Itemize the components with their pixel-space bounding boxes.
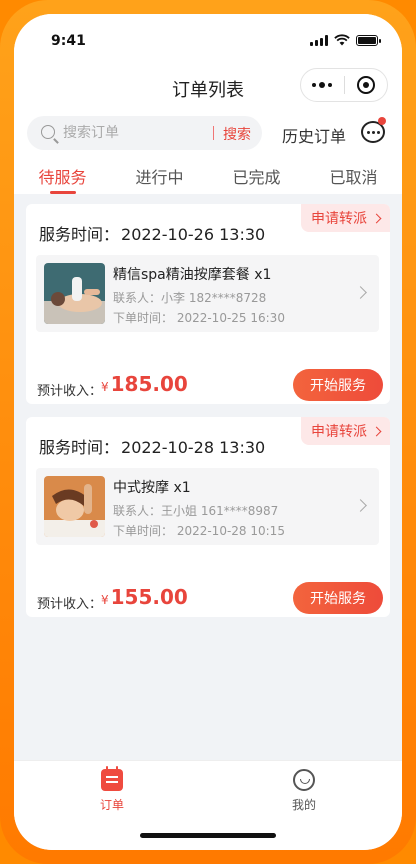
bottom-tab-bar: 订单 我的 <box>14 760 402 850</box>
battery-icon <box>356 34 381 46</box>
smile-face-icon <box>293 769 315 791</box>
order-card: 申请转派 服务时间： 2022-10-28 13:30 中式按摩 x1 联系人：王… <box>26 417 390 617</box>
currency-symbol: ¥ <box>101 380 109 394</box>
start-service-button[interactable]: 开始服务 <box>293 582 383 614</box>
tab-label: 进行中 <box>135 168 184 187</box>
status-icons <box>310 34 381 46</box>
reassign-label: 申请转派 <box>311 211 367 227</box>
tab-cancelled[interactable]: 已取消 <box>305 154 402 194</box>
tab-label: 已取消 <box>329 168 378 187</box>
income-amount: ¥185.00 <box>101 372 188 396</box>
service-time-label: 服务时间： <box>39 225 120 244</box>
cellular-signal-icon <box>310 34 328 46</box>
order-item[interactable]: 精信spa精油按摩套餐 x1 联系人：小李 182****8728 下单时间： … <box>36 255 379 332</box>
tabbar-orders[interactable]: 订单 <box>72 766 152 813</box>
request-reassign-button[interactable]: 申请转派 <box>301 417 390 445</box>
chevron-right-icon <box>371 213 382 223</box>
income-label: 预计收入： <box>37 597 103 612</box>
request-reassign-button[interactable]: 申请转派 <box>301 204 390 232</box>
order-card: 申请转派 服务时间： 2022-10-26 13:30 精信spa精油按摩套餐 x… <box>26 204 390 404</box>
more-dots-icon <box>312 82 333 88</box>
tab-completed[interactable]: 已完成 <box>208 154 305 194</box>
tab-label: 待服务 <box>38 168 87 187</box>
target-icon <box>356 76 375 94</box>
tab-active-indicator <box>49 191 76 194</box>
tabbar-label: 订单 <box>99 798 124 812</box>
chevron-right-icon <box>371 426 382 436</box>
chevron-right-icon <box>354 499 367 512</box>
search-row: 搜索 历史订单 <box>14 114 402 154</box>
more-button[interactable] <box>301 69 344 101</box>
miniapp-capsule <box>300 68 388 102</box>
tabbar-mine[interactable]: 我的 <box>264 769 344 813</box>
close-miniapp-button[interactable] <box>345 69 388 101</box>
chevron-right-icon <box>354 286 367 299</box>
tab-in-progress[interactable]: 进行中 <box>111 154 208 194</box>
app-screen: 9:41 订单列表 搜索订单 搜索 历史订单 待服务 进行中 已完成 已取消 申… <box>14 14 402 850</box>
home-indicator[interactable] <box>140 833 276 838</box>
status-time: 9:41 <box>51 33 86 49</box>
service-time-value: 2022-10-28 13:30 <box>121 438 266 457</box>
tab-pending-service[interactable]: 待服务 <box>14 154 111 194</box>
reassign-label: 申请转派 <box>311 424 367 440</box>
order-item[interactable]: 中式按摩 x1 联系人：王小姐 161****8987 下单时间： 2022-1… <box>36 468 379 545</box>
item-order-time: 下单时间： 2022-10-25 16:30 <box>113 311 285 325</box>
spa-massage-thumbnail <box>44 263 105 324</box>
order-list-icon <box>101 766 123 791</box>
chinese-massage-thumbnail <box>44 476 105 537</box>
search-button[interactable]: 搜索 <box>223 124 251 144</box>
item-contact: 联系人：王小姐 161****8987 <box>113 504 279 518</box>
service-time-value: 2022-10-26 13:30 <box>121 225 266 244</box>
nav-bar: 订单列表 <box>14 64 402 114</box>
service-time-label: 服务时间： <box>39 438 120 457</box>
search-box: 搜索 <box>27 116 262 150</box>
item-order-time: 下单时间： 2022-10-28 10:15 <box>113 524 285 538</box>
notification-dot <box>378 117 386 125</box>
start-service-button[interactable]: 开始服务 <box>293 369 383 401</box>
tabbar-label: 我的 <box>291 798 316 812</box>
income-value: 185.00 <box>110 372 188 396</box>
service-time: 服务时间： 2022-10-28 13:30 <box>37 434 265 458</box>
item-name: 中式按摩 x1 <box>113 480 191 496</box>
service-time: 服务时间： 2022-10-26 13:30 <box>37 221 265 245</box>
income-label: 预计收入： <box>37 384 103 399</box>
search-icon <box>41 125 55 139</box>
wifi-icon <box>334 34 350 46</box>
item-contact: 联系人：小李 182****8728 <box>113 291 267 305</box>
tab-label: 已完成 <box>232 168 281 187</box>
status-bar: 9:41 <box>14 14 402 64</box>
income-amount: ¥155.00 <box>101 585 188 609</box>
search-input[interactable] <box>63 123 203 143</box>
history-orders-link[interactable]: 历史订单 <box>282 123 346 147</box>
income-value: 155.00 <box>110 585 188 609</box>
item-name: 精信spa精油按摩套餐 x1 <box>113 267 272 283</box>
search-divider <box>213 126 214 140</box>
order-status-tabs: 待服务 进行中 已完成 已取消 <box>14 154 402 194</box>
currency-symbol: ¥ <box>101 593 109 607</box>
